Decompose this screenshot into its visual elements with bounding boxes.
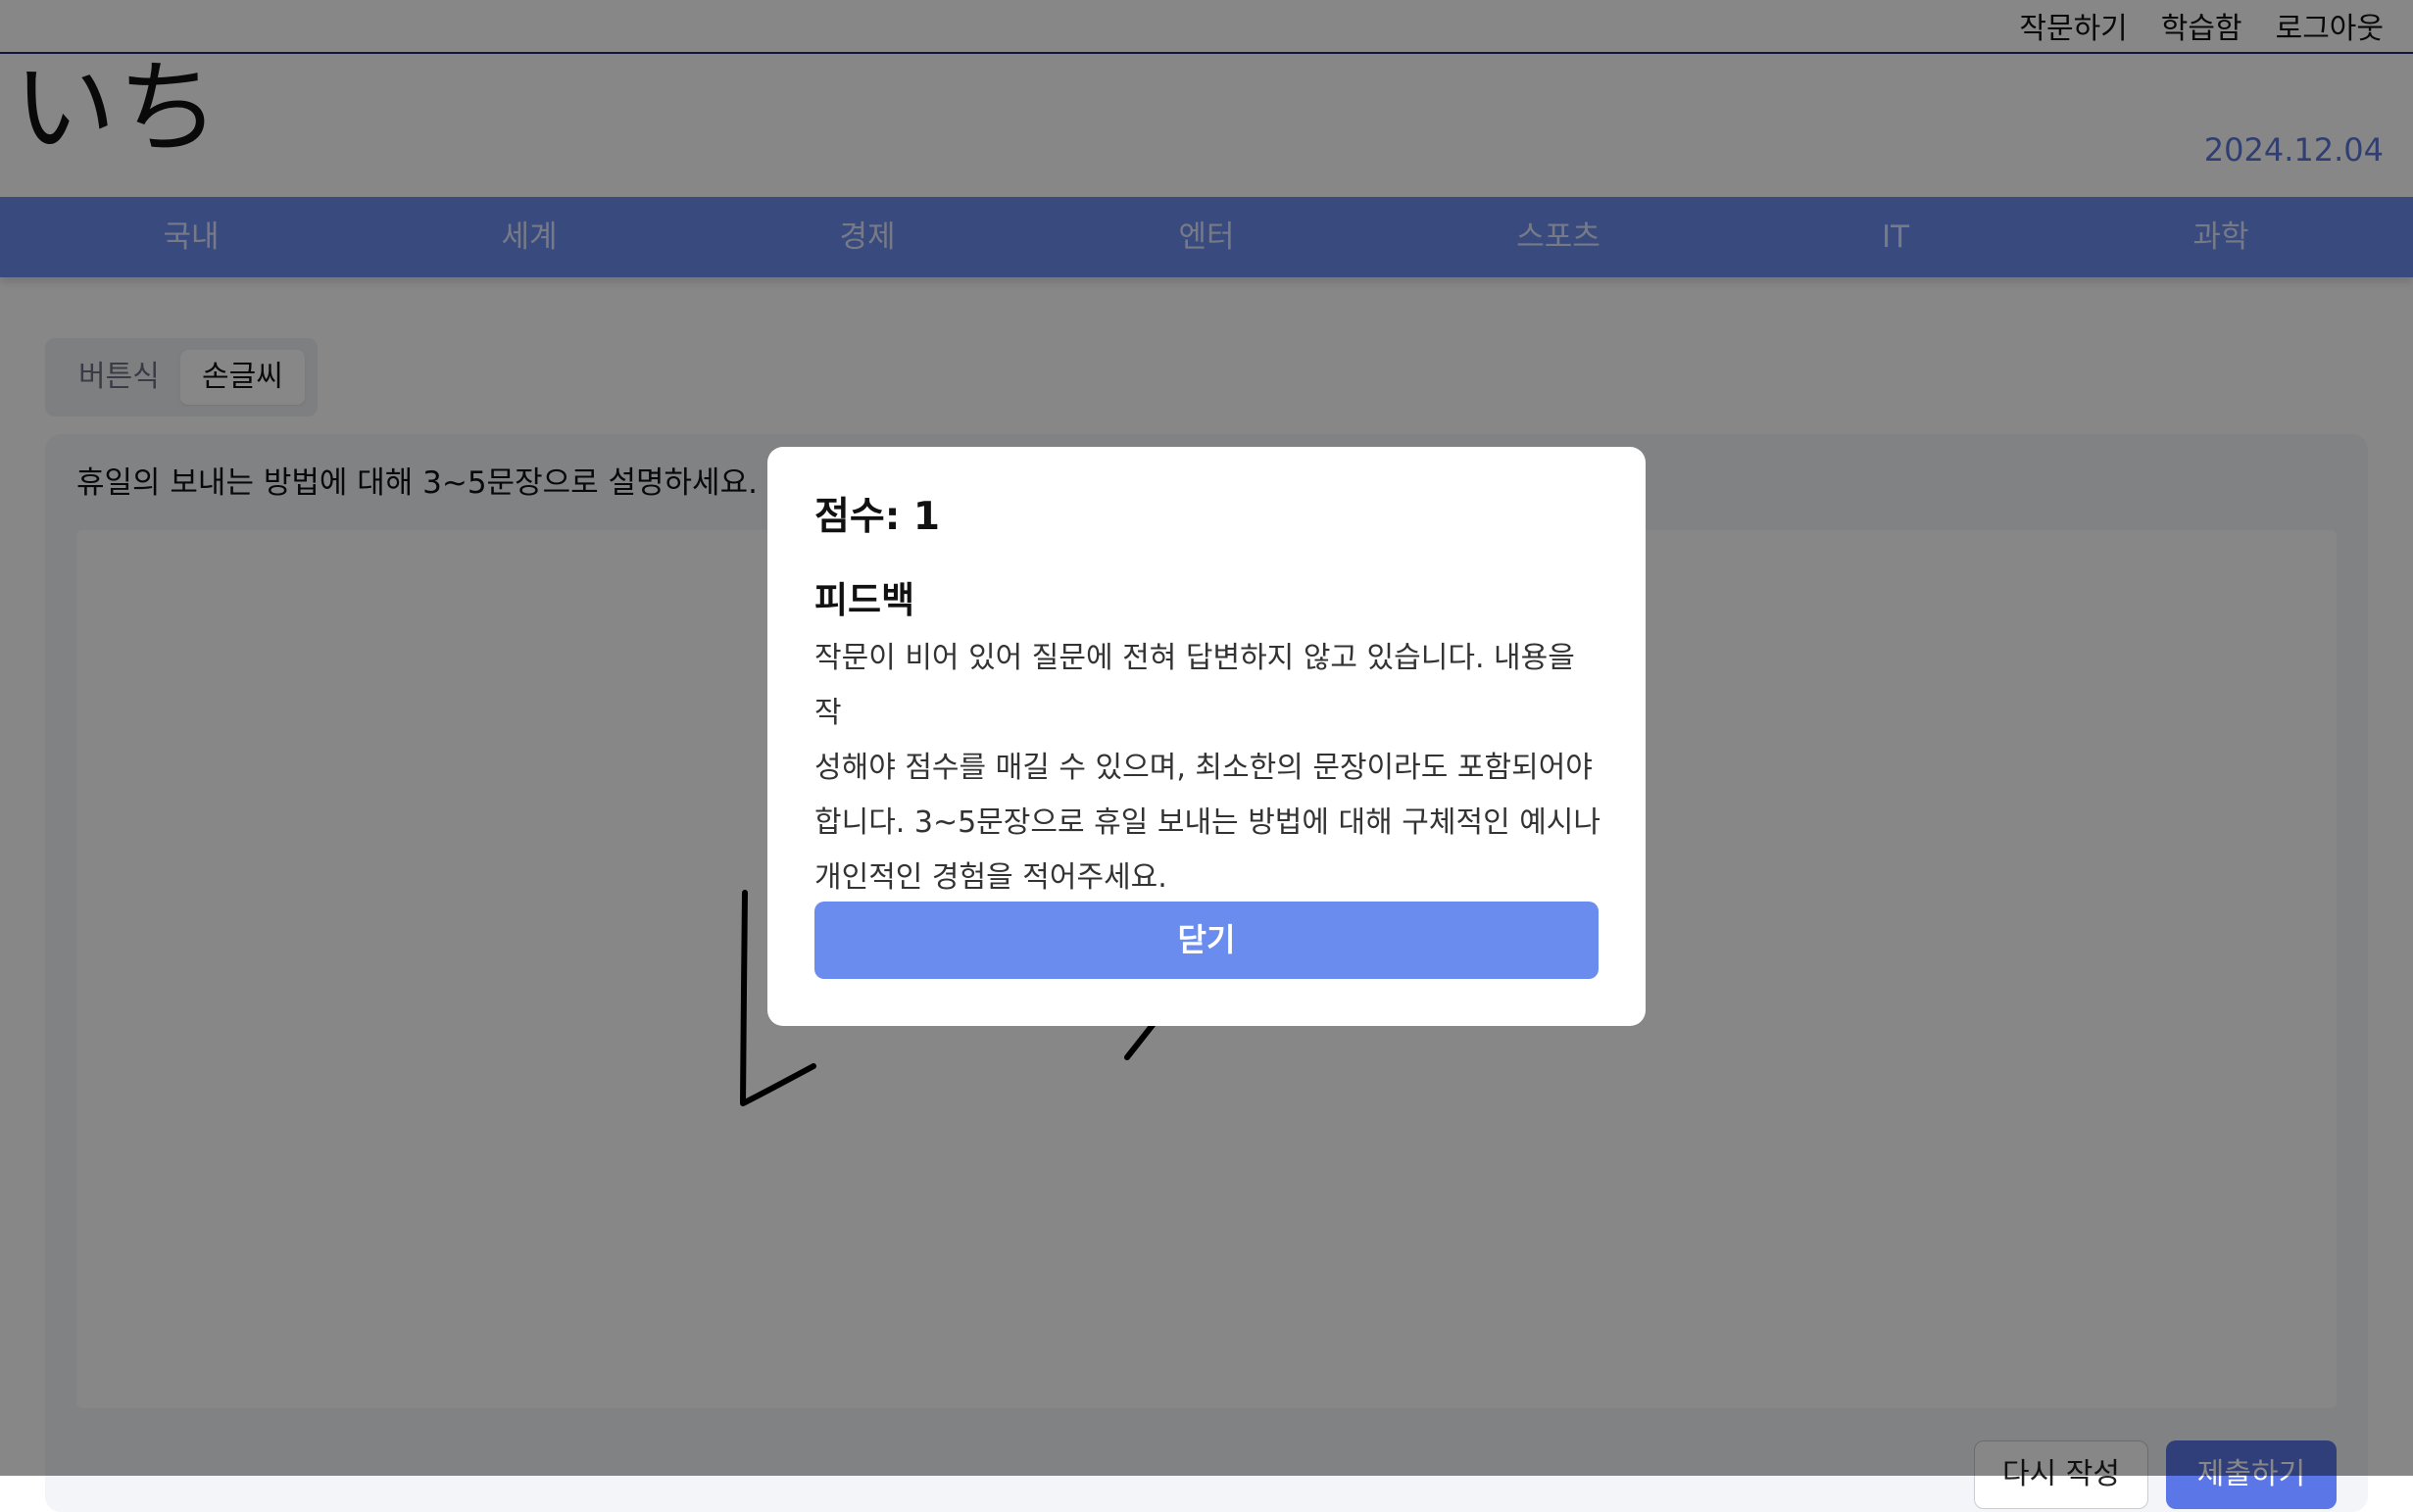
feedback-line: 작문이 비어 있어 질문에 전혀 답변하지 않고 있습니다. 내용을 작 [814, 641, 1575, 730]
feedback-line: 합니다. 3~5문장으로 휴일 보내는 방법에 대해 구체적인 예시나 [814, 805, 1600, 840]
feedback-line: 개인적인 경험을 적어주세요. [814, 860, 1167, 895]
close-button[interactable]: 닫기 [814, 902, 1599, 979]
feedback-line: 성해야 점수를 매길 수 있으며, 최소한의 문장이라도 포함되어야 [814, 751, 1593, 785]
score-heading: 점수: 1 [814, 495, 941, 539]
feedback-heading: 피드백 [814, 579, 915, 621]
feedback-modal: 점수: 1 피드백 작문이 비어 있어 질문에 전혀 답변하지 않고 있습니다.… [767, 447, 1646, 1026]
feedback-text: 작문이 비어 있어 질문에 전혀 답변하지 않고 있습니다. 내용을 작 성해야… [814, 631, 1602, 905]
